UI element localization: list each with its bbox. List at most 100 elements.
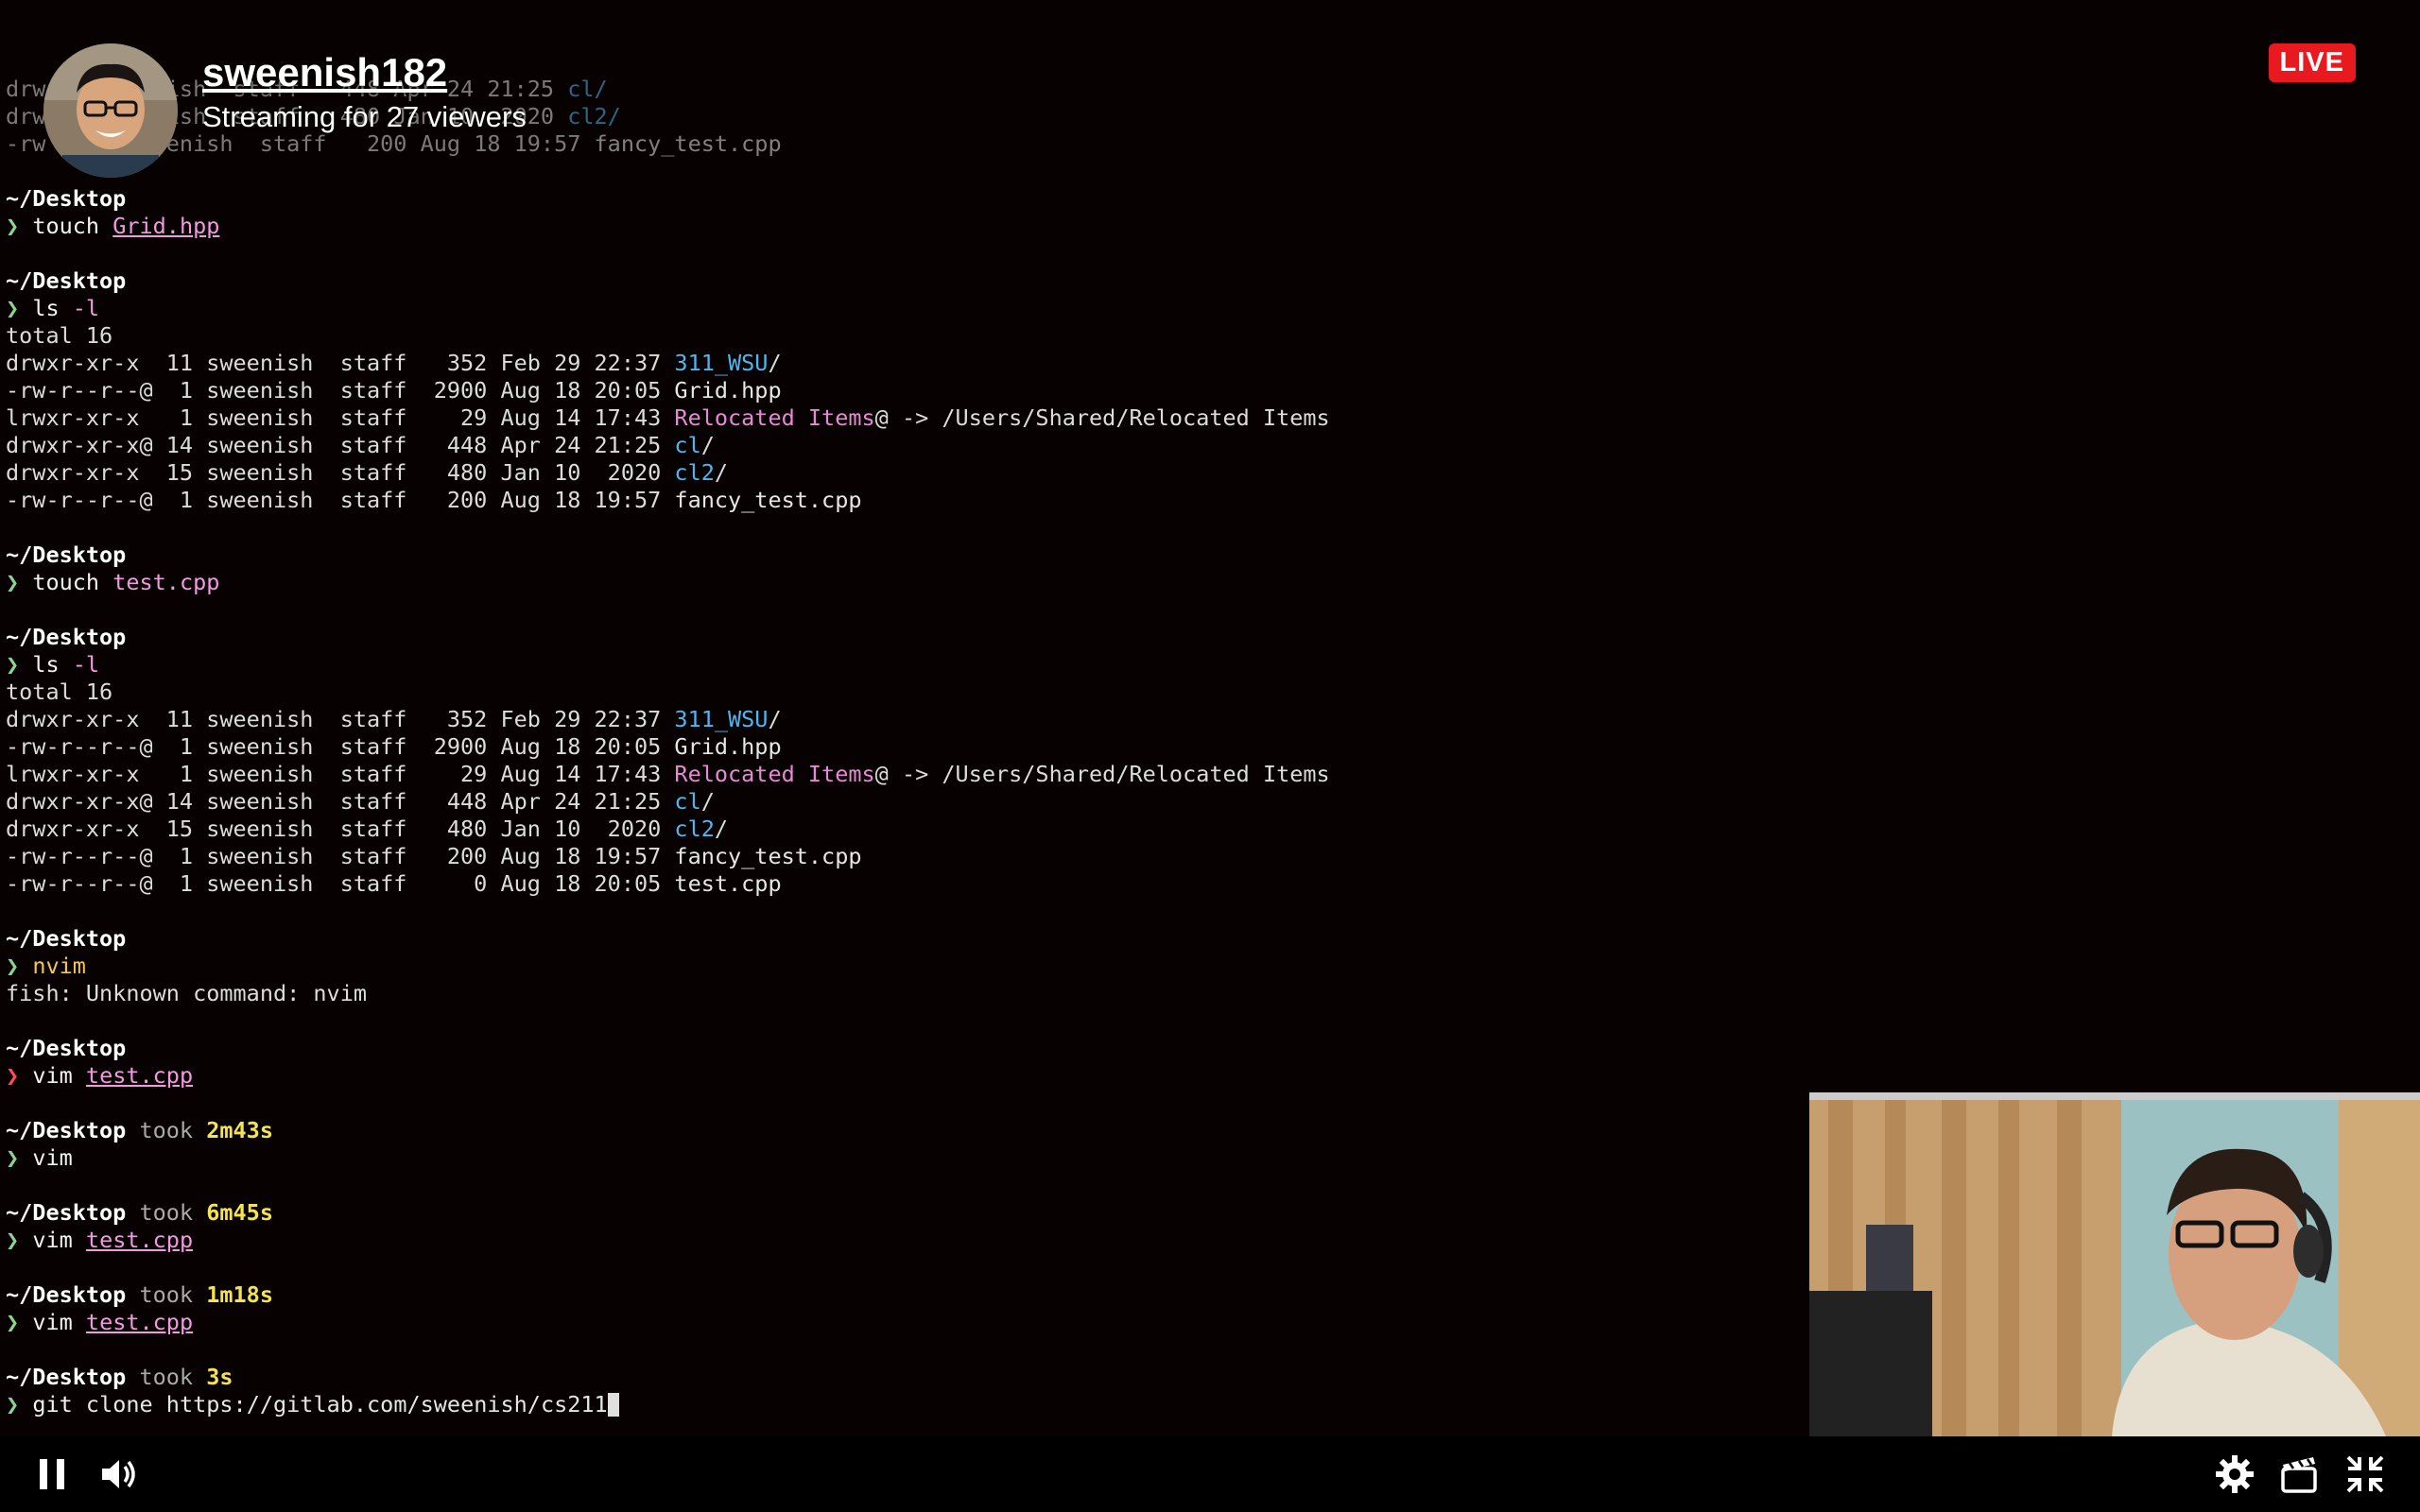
output-line: -rw-r--r--@ 1 sweenish staff 2900 Aug 18…	[6, 377, 2407, 404]
command-name: vim	[32, 1144, 73, 1171]
prompt-took-label: took	[126, 1199, 207, 1226]
file-name: test.cpp	[674, 870, 782, 897]
file-info: lrwxr-xr-x 1 sweenish staff 29 Aug 14 17…	[6, 404, 675, 431]
file-info: lrwxr-xr-x 1 sweenish staff 29 Aug 14 17…	[6, 761, 675, 787]
prompt-arrow-icon: ❯	[6, 213, 20, 239]
file-name: Relocated Items	[674, 761, 875, 787]
command-name: vim	[32, 1227, 73, 1253]
viewer-count: Streaming for 27 viewers	[202, 100, 527, 133]
file-name: fancy_test.cpp	[594, 130, 782, 157]
command-name: vim	[32, 1062, 73, 1089]
clapperboard-icon[interactable]	[2278, 1453, 2320, 1495]
command-name: git	[32, 1391, 73, 1418]
prompt-cwd-line: ~/Desktop	[6, 1035, 2407, 1062]
prompt-cwd: ~/Desktop	[6, 1364, 127, 1390]
prompt-cwd: ~/Desktop	[6, 267, 127, 294]
streamer-username[interactable]: sweenish182	[202, 49, 527, 96]
output-line: total 16	[6, 322, 2407, 350]
command-line: ❯ vim test.cpp	[6, 1062, 2407, 1090]
command-name: touch	[32, 569, 100, 595]
file-name: cl	[674, 788, 701, 815]
prompt-cwd: ~/Desktop	[6, 1281, 127, 1308]
file-info: drwxr-xr-x@ 14 sweenish staff 448 Apr 24…	[6, 432, 675, 458]
command-argument: test.cpp	[112, 569, 220, 595]
command-line: ❯ nvim	[6, 953, 2407, 980]
file-suffix: @ -> /Users/Shared/Relocated Items	[874, 761, 1330, 787]
prompt-cwd-line: ~/Desktop	[6, 185, 2407, 213]
file-info: -rw-r--r--@ 1 sweenish staff 2900 Aug 18…	[6, 733, 675, 760]
permissions: drw	[6, 76, 46, 102]
file-name: cl2	[674, 459, 715, 486]
prompt-arrow-icon: ❯	[6, 1309, 20, 1335]
prompt-cwd-line: ~/Desktop	[6, 267, 2407, 295]
command-line: ❯ touch test.cpp	[6, 569, 2407, 596]
prompt-took-label: took	[126, 1117, 207, 1143]
prompt-arrow-icon: ❯	[6, 953, 20, 979]
prompt-cwd-line: ~/Desktop	[6, 925, 2407, 953]
output-line: drwxr-xr-x@ 14 sweenish staff 448 Apr 24…	[6, 788, 2407, 816]
prompt-cwd-line: ~/Desktop	[6, 541, 2407, 569]
command-argument: test.cpp	[85, 1062, 194, 1089]
file-name: 311_WSU	[674, 350, 769, 376]
command-argument: -l	[72, 295, 100, 321]
output-line: drwxr-xr-x 15 sweenish staff 480 Jan 10 …	[6, 816, 2407, 843]
player-controls	[0, 1436, 2420, 1512]
file-info: drwxr-xr-x@ 14 sweenish staff 448 Apr 24…	[6, 788, 675, 815]
prompt-arrow-icon: ❯	[6, 1144, 20, 1171]
live-badge: LIVE	[2268, 43, 2356, 82]
file-suffix: /	[768, 706, 782, 732]
file-name: 311_WSU	[674, 706, 769, 732]
output-line: -rw-r--r--@ 1 sweenish staff 200 Aug 18 …	[6, 487, 2407, 514]
prompt-cwd: ~/Desktop	[6, 1199, 127, 1226]
prompt-duration: 1m18s	[206, 1281, 273, 1308]
file-name: Relocated Items	[674, 404, 875, 431]
permissions: -rw	[6, 130, 46, 157]
exit-fullscreen-icon[interactable]	[2344, 1453, 2386, 1495]
file-suffix: /	[700, 432, 715, 458]
file-name: cl	[674, 432, 701, 458]
file-info: drwxr-xr-x 15 sweenish staff 480 Jan 10 …	[6, 816, 675, 842]
prompt-cwd: ~/Desktop	[6, 1117, 127, 1143]
gear-icon[interactable]	[2214, 1453, 2256, 1495]
pause-icon[interactable]	[32, 1453, 74, 1495]
command-name: vim	[32, 1309, 73, 1335]
output-line: lrwxr-xr-x 1 sweenish staff 29 Aug 14 17…	[6, 761, 2407, 788]
command-argument: Grid.hpp	[112, 213, 220, 239]
command-argument: test.cpp	[85, 1227, 194, 1253]
command-name: ls	[32, 651, 60, 678]
command-name: ls	[32, 295, 60, 321]
streamer-avatar[interactable]	[43, 43, 178, 178]
prompt-cwd: ~/Desktop	[6, 925, 127, 952]
output-text: total 16	[6, 322, 113, 349]
file-suffix: /	[768, 350, 782, 376]
command-argument: clone https://gitlab.com/sweenish/cs211	[85, 1391, 608, 1418]
output-text: fish: Unknown command: nvim	[6, 980, 368, 1006]
output-line: lrwxr-xr-x 1 sweenish staff 29 Aug 14 17…	[6, 404, 2407, 432]
prompt-duration: 2m43s	[206, 1117, 273, 1143]
prompt-cwd: ~/Desktop	[6, 541, 127, 568]
file-name: cl/	[567, 76, 608, 102]
command-name: nvim	[32, 953, 86, 979]
volume-icon[interactable]	[98, 1453, 140, 1495]
file-info: drwxr-xr-x 15 sweenish staff 480 Jan 10 …	[6, 459, 675, 486]
file-info: -rw-r--r--@ 1 sweenish staff 2900 Aug 18…	[6, 377, 675, 404]
output-line: -rw-r--r--@ 1 sweenish staff 0 Aug 18 20…	[6, 870, 2407, 898]
command-argument: -l	[72, 651, 100, 678]
output-text: total 16	[6, 679, 113, 705]
file-info: drwxr-xr-x 11 sweenish staff 352 Feb 29 …	[6, 350, 675, 376]
file-name: fancy_test.cpp	[674, 487, 862, 513]
prompt-cwd: ~/Desktop	[6, 624, 127, 650]
